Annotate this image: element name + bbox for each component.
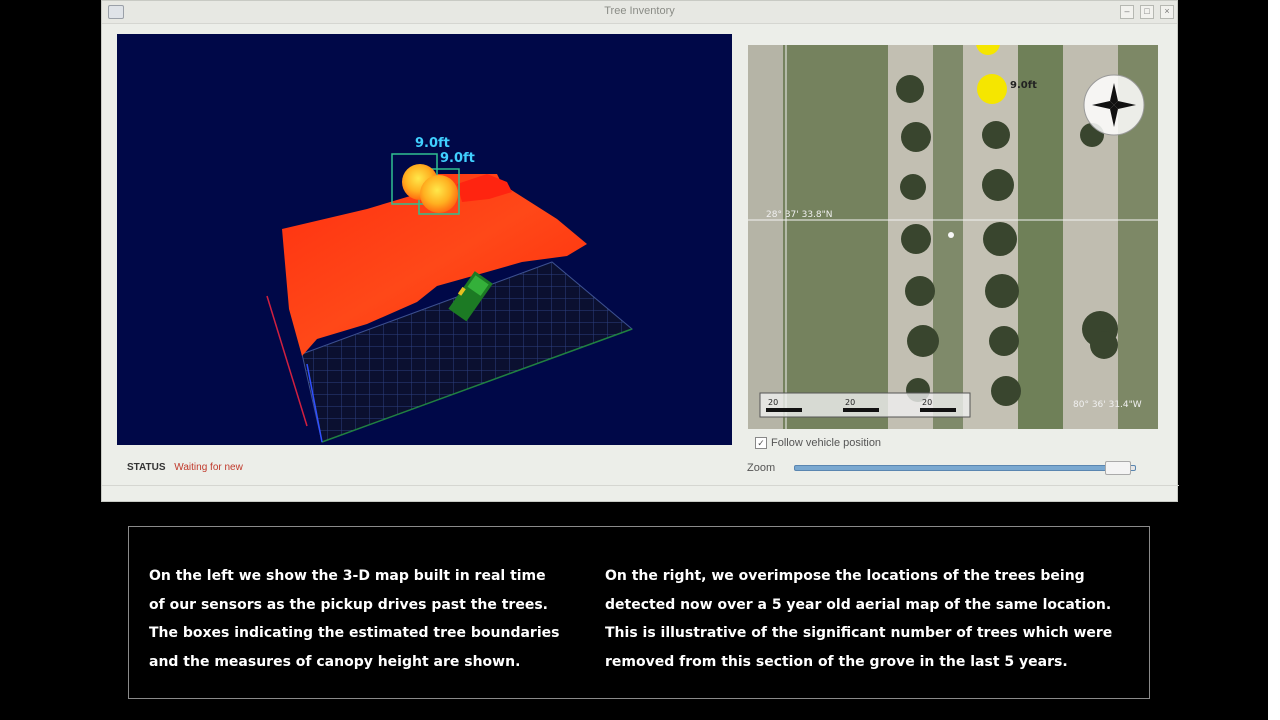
latitude-label: 28° 37' 33.8"N bbox=[766, 210, 833, 220]
caption-box: On the left we show the 3-D map built in… bbox=[128, 526, 1150, 699]
tree-marker bbox=[977, 74, 1007, 104]
scale-label: 20 bbox=[845, 398, 855, 407]
caption-line: On the left we show the 3-D map built in… bbox=[149, 568, 546, 584]
caption-line: of our sensors as the pickup drives past… bbox=[149, 596, 548, 613]
follow-vehicle-label: Follow vehicle position bbox=[771, 437, 882, 449]
caption-line: detected now over a 5 year old aerial ma… bbox=[605, 596, 1112, 613]
app-window: Tree Inventory – □ × 9.0ft 9.0ft STATUS … bbox=[101, 0, 1179, 502]
aerial-map[interactable]: 28° 37' 33.8"N 80° 36' 31.4"W 9.0ft 20 2… bbox=[748, 45, 1158, 429]
zoom-slider-thumb[interactable] bbox=[1105, 461, 1131, 475]
checkbox-icon[interactable]: ✓ bbox=[755, 437, 767, 450]
divider bbox=[102, 485, 1179, 486]
window-title: Tree Inventory bbox=[604, 5, 675, 17]
status-bar: STATUS Waiting for new bbox=[127, 462, 243, 473]
minimize-icon[interactable]: – bbox=[1120, 5, 1134, 19]
zoom-slider[interactable] bbox=[794, 465, 1136, 471]
vehicle-position bbox=[948, 232, 954, 238]
caption-line: removed from this section of the grove i… bbox=[605, 653, 1068, 670]
status-value: Waiting for new bbox=[174, 462, 243, 473]
scale-label: 20 bbox=[768, 398, 778, 407]
viewer-3d[interactable]: 9.0ft 9.0ft bbox=[117, 34, 732, 445]
close-icon[interactable]: × bbox=[1160, 5, 1174, 19]
maximize-icon[interactable]: □ bbox=[1140, 5, 1154, 19]
caption-line: The boxes indicating the estimated tree … bbox=[149, 625, 560, 641]
scale-label: 20 bbox=[922, 398, 932, 407]
canopy-height-label: 9.0ft bbox=[440, 151, 475, 166]
follow-vehicle-checkbox[interactable]: ✓ Follow vehicle position bbox=[755, 437, 882, 450]
caption-line: On the right, we overimpose the location… bbox=[605, 568, 1085, 584]
viewer-3d-scene: 9.0ft 9.0ft bbox=[266, 136, 633, 443]
longitude-label: 80° 36' 31.4"W bbox=[1073, 400, 1142, 410]
caption-line: and the measures of canopy height are sh… bbox=[149, 653, 521, 670]
caption-left: On the left we show the 3-D map built in… bbox=[149, 562, 559, 676]
zoom-label: Zoom bbox=[747, 462, 776, 474]
canopy-height-label: 9.0ft bbox=[415, 136, 450, 151]
tree-canopy bbox=[420, 175, 458, 213]
title-bar: Tree Inventory – □ × bbox=[102, 1, 1177, 24]
map-scale-bar: 20 20 20 bbox=[759, 392, 971, 418]
screen-edge bbox=[1268, 0, 1280, 720]
status-label: STATUS bbox=[127, 462, 166, 473]
caption-line: This is illustrative of the significant … bbox=[605, 625, 1113, 641]
compass-rose-icon bbox=[1083, 74, 1145, 136]
tree-marker-label: 9.0ft bbox=[1010, 80, 1037, 91]
aerial-map-scene: 28° 37' 33.8"N 80° 36' 31.4"W 9.0ft 20 2… bbox=[748, 45, 1158, 429]
caption-right: On the right, we overimpose the location… bbox=[605, 562, 1112, 676]
